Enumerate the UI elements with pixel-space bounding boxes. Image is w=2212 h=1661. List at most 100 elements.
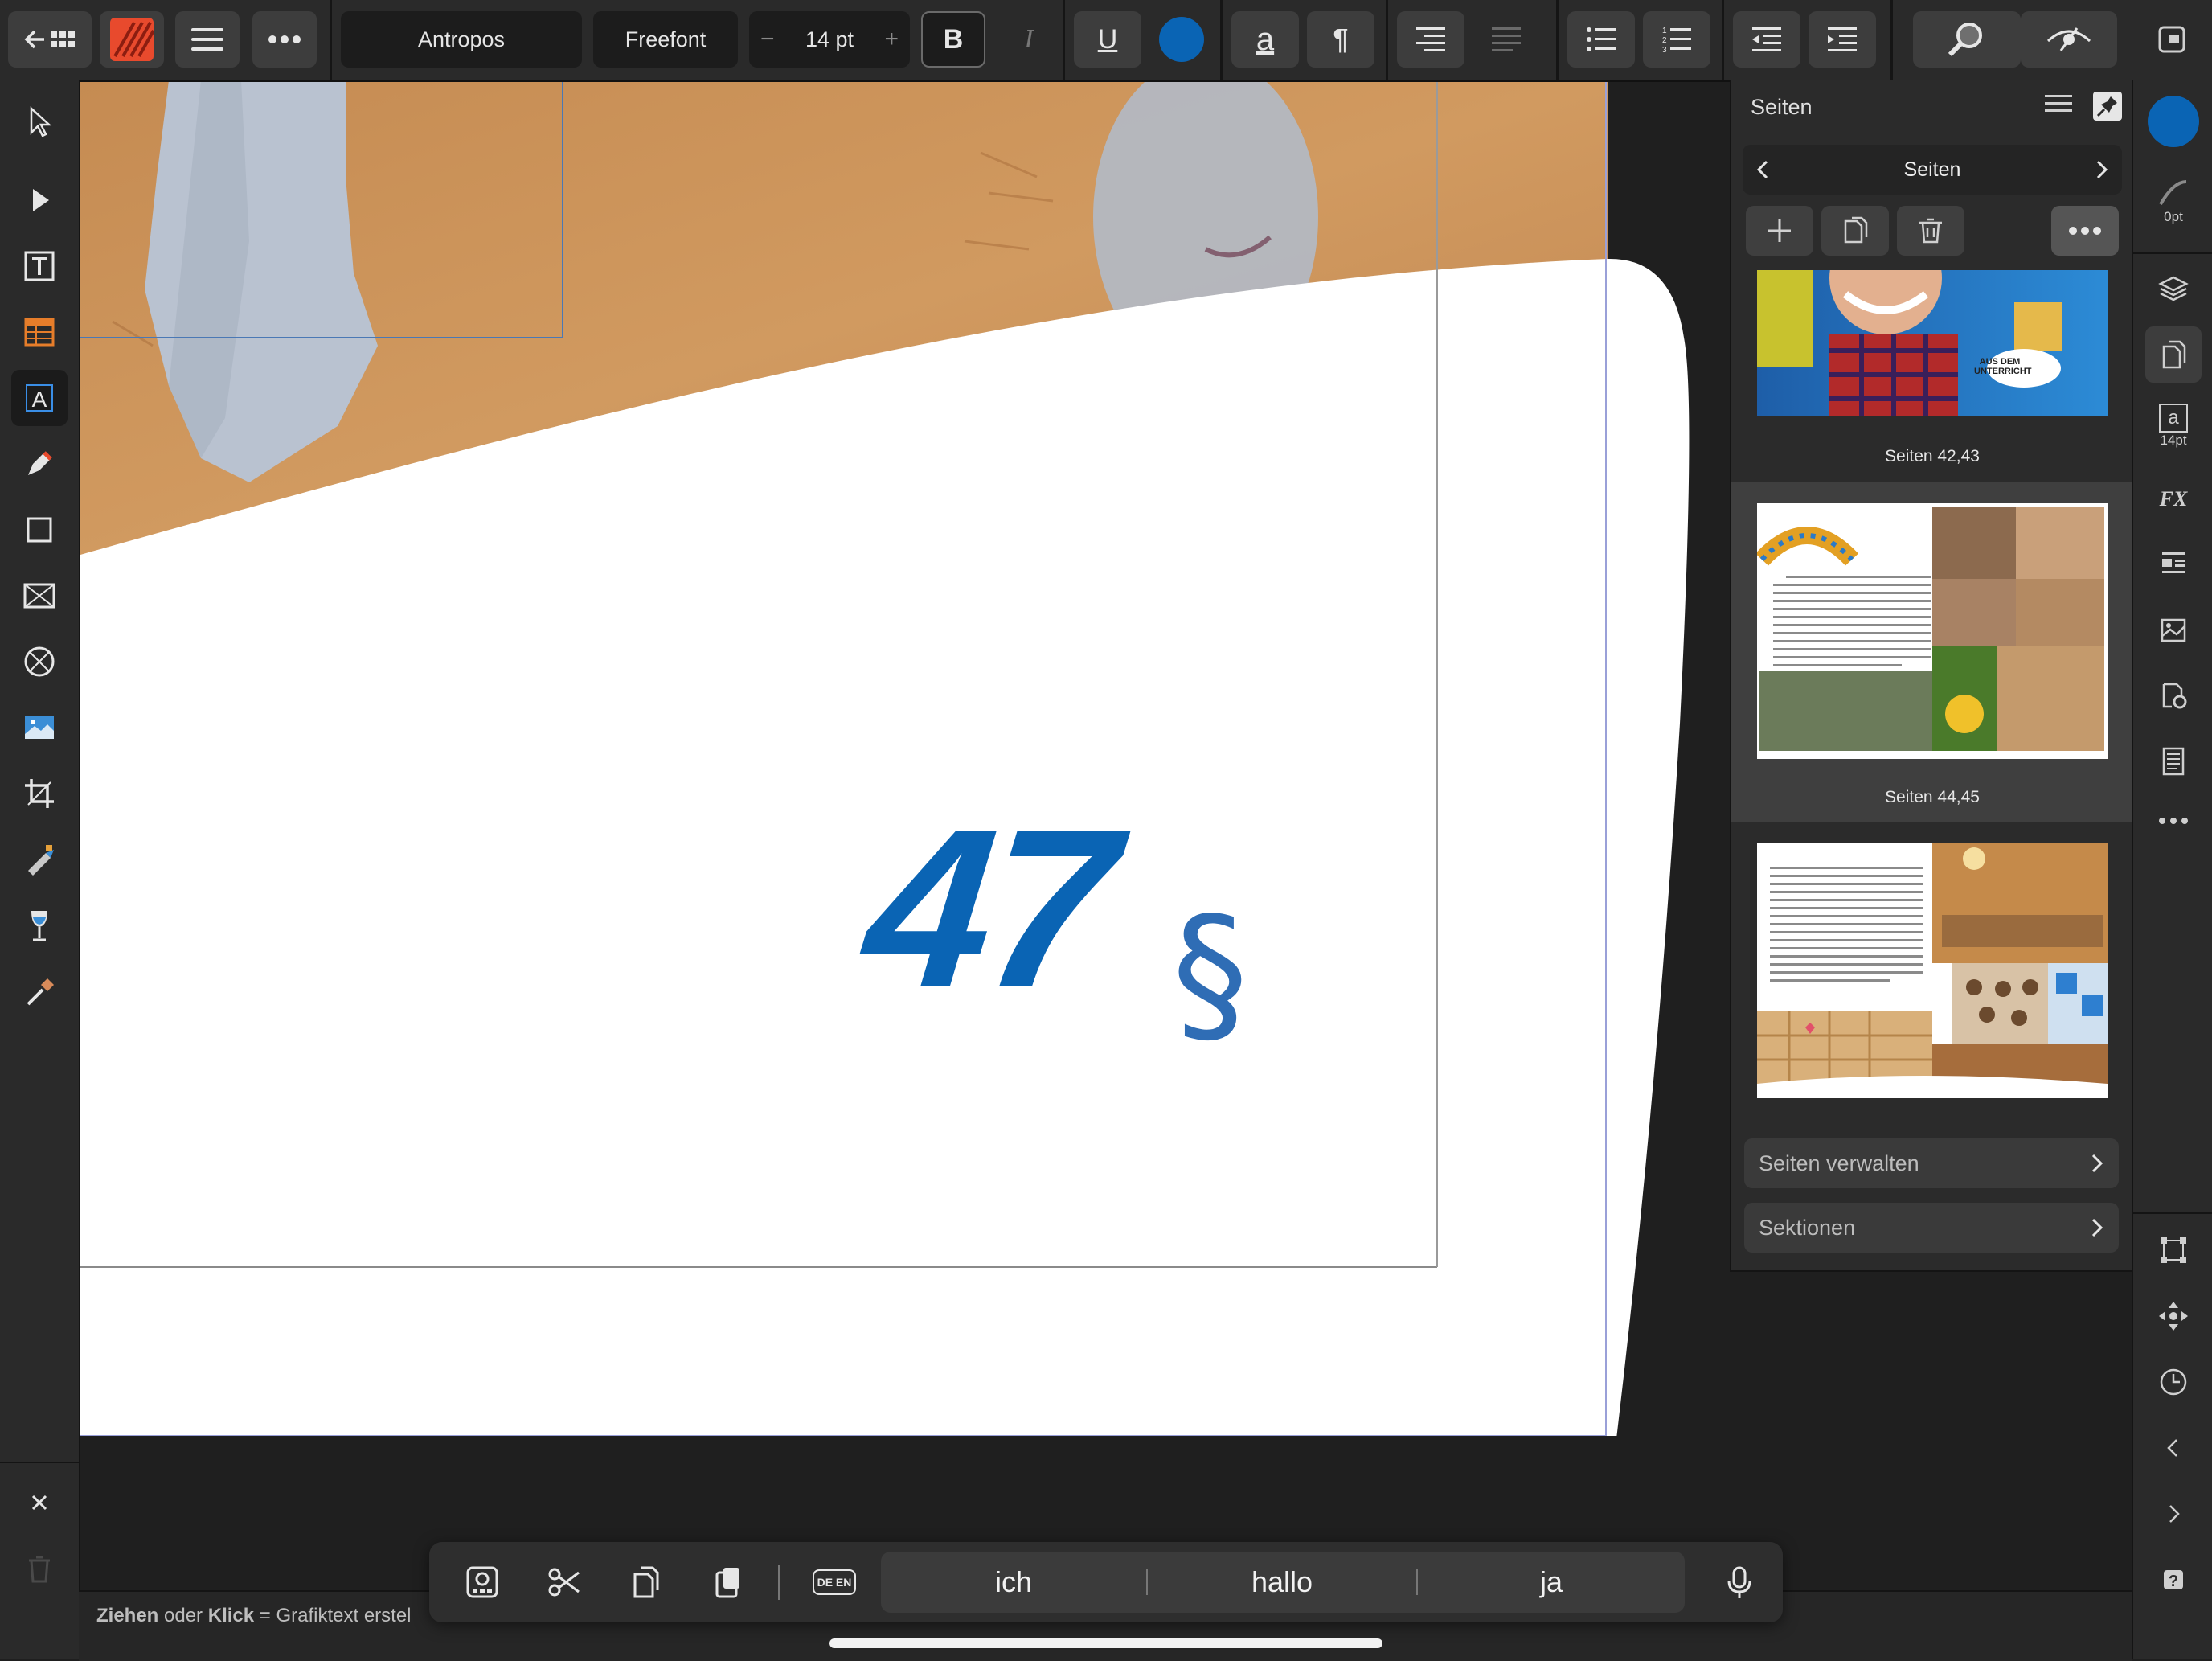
sections-row[interactable]: Sektionen — [1744, 1203, 2119, 1253]
font-size-decrease[interactable]: − — [760, 26, 775, 53]
suggestion-1[interactable]: ich — [881, 1552, 1146, 1613]
character-panel-button[interactable]: a 14pt — [2145, 394, 2202, 458]
frame-text-tool[interactable] — [11, 238, 68, 294]
font-size-value[interactable]: 14 pt — [805, 27, 854, 52]
bullet-list-button[interactable] — [1567, 11, 1635, 68]
frame-cross-circle-icon — [24, 646, 55, 677]
italic-button[interactable]: I — [997, 11, 1061, 68]
section-sign[interactable]: § — [1172, 884, 1248, 1062]
numbered-list-button[interactable]: 123 — [1643, 11, 1710, 68]
undo-button[interactable] — [2145, 1420, 2202, 1476]
status-or: oder — [164, 1605, 203, 1626]
page-number-47[interactable]: 47 — [854, 780, 1122, 1038]
text-styles-panel-button[interactable] — [2145, 535, 2202, 592]
increase-indent-button[interactable] — [1809, 11, 1876, 68]
cancel-button[interactable] — [11, 1474, 68, 1531]
spread-preview-image — [1757, 843, 2108, 1098]
wine-glass-icon — [31, 911, 47, 941]
chevron-right-icon[interactable] — [2093, 158, 2109, 181]
navigator-button[interactable] — [2145, 1288, 2202, 1344]
pages-icon — [2162, 340, 2186, 369]
redo-button[interactable] — [2145, 1486, 2202, 1542]
publisher-persona-button[interactable] — [100, 11, 164, 68]
text-color-button[interactable] — [1149, 11, 1214, 68]
document-gear-icon — [2162, 683, 2187, 709]
move-arrows-icon — [2159, 1302, 2188, 1331]
more-panels-button[interactable] — [2145, 793, 2202, 849]
spread-thumbnail-44-45[interactable]: Seiten 44,45 — [1731, 482, 2133, 822]
fill-tool[interactable] — [11, 831, 68, 888]
stroke-width-button[interactable]: 0pt — [2145, 169, 2202, 233]
manage-pages-row[interactable]: Seiten verwalten — [1744, 1138, 2119, 1188]
effects-panel-button[interactable]: FX — [2145, 470, 2202, 526]
pages-panel-button[interactable] — [2145, 326, 2202, 383]
resource-manager-button[interactable] — [2145, 601, 2202, 658]
font-style-field[interactable]: Freefont — [593, 11, 738, 68]
chevron-left-icon[interactable] — [1755, 158, 1772, 181]
justify-button[interactable] — [1473, 11, 1540, 68]
delete-button[interactable] — [11, 1540, 68, 1597]
color-swatch-icon — [1159, 17, 1204, 62]
paste-icon — [715, 1568, 739, 1598]
ellipsis-icon — [268, 35, 301, 43]
fill-color-well[interactable] — [2145, 93, 2202, 150]
place-image-tool[interactable] — [11, 699, 68, 756]
pages-more-button[interactable] — [2051, 206, 2119, 256]
font-size-stepper[interactable]: − 14 pt + — [749, 11, 910, 68]
view-mode-button[interactable] — [2021, 11, 2117, 68]
back-to-documents-button[interactable] — [8, 11, 92, 68]
paste-button[interactable] — [707, 1561, 749, 1603]
move-tool[interactable] — [11, 93, 68, 150]
image-icon — [25, 716, 54, 739]
copy-button[interactable] — [625, 1561, 667, 1603]
artistic-text-tool[interactable]: A — [11, 370, 68, 426]
stroke-curve-icon — [2159, 180, 2187, 205]
preflight-settings-button[interactable] — [2145, 667, 2202, 724]
character-style-button[interactable]: a — [1231, 11, 1299, 68]
picture-frame-tool[interactable] — [11, 568, 68, 624]
panel-menu-button[interactable] — [2045, 92, 2080, 124]
align-right-button[interactable] — [1397, 11, 1464, 68]
bold-button[interactable]: B — [921, 11, 985, 68]
history-button[interactable] — [2145, 1354, 2202, 1410]
chevron-right-icon — [2091, 1218, 2103, 1237]
suggestion-3[interactable]: ja — [1418, 1552, 1685, 1613]
suggestion-2[interactable]: hallo — [1148, 1552, 1416, 1613]
node-tool[interactable] — [11, 172, 68, 228]
chevron-right-icon — [2091, 1154, 2103, 1173]
duplicate-page-button[interactable] — [1821, 206, 1889, 256]
transform-panel-button[interactable] — [2145, 1222, 2202, 1278]
ellipse-frame-tool[interactable] — [11, 634, 68, 690]
paragraph-button[interactable]: ¶ — [1307, 11, 1374, 68]
text-frame-panel-button[interactable] — [2145, 733, 2202, 789]
document-canvas[interactable]: 47 § — [80, 80, 1728, 1589]
pen-tool[interactable] — [11, 436, 68, 492]
delete-page-button[interactable] — [1897, 206, 1964, 256]
table-tool[interactable] — [11, 304, 68, 360]
pin-panel-button[interactable] — [2093, 92, 2122, 121]
svg-text:FX: FX — [2159, 487, 2188, 511]
menu-button[interactable] — [175, 11, 240, 68]
font-size-increase[interactable]: + — [884, 26, 899, 53]
zoom-button[interactable] — [1913, 11, 2021, 68]
more-button[interactable] — [252, 11, 317, 68]
rectangle-tool[interactable] — [11, 502, 68, 558]
transparency-tool[interactable] — [11, 897, 68, 954]
dictation-button[interactable] — [1718, 1561, 1760, 1603]
spread-thumbnail-46-47[interactable] — [1731, 843, 2133, 1100]
language-switch-button[interactable]: DE EN — [810, 1561, 858, 1603]
home-indicator[interactable] — [830, 1638, 1382, 1648]
window-mode-button[interactable] — [2138, 11, 2206, 68]
live-text-button[interactable] — [461, 1561, 503, 1603]
underline-button[interactable]: U — [1074, 11, 1141, 68]
decrease-indent-button[interactable] — [1733, 11, 1800, 68]
add-page-button[interactable] — [1746, 206, 1813, 256]
crop-tool[interactable] — [11, 765, 68, 822]
color-picker-tool[interactable] — [11, 963, 68, 1019]
layers-panel-button[interactable] — [2145, 260, 2202, 317]
cut-button[interactable] — [543, 1561, 585, 1603]
status-hint: Ziehen oder Klick = Grafiktext erstel — [96, 1605, 412, 1627]
font-family-field[interactable]: Antropos — [341, 11, 582, 68]
help-button[interactable]: ? — [2145, 1552, 2202, 1608]
svg-text:A: A — [32, 387, 47, 412]
